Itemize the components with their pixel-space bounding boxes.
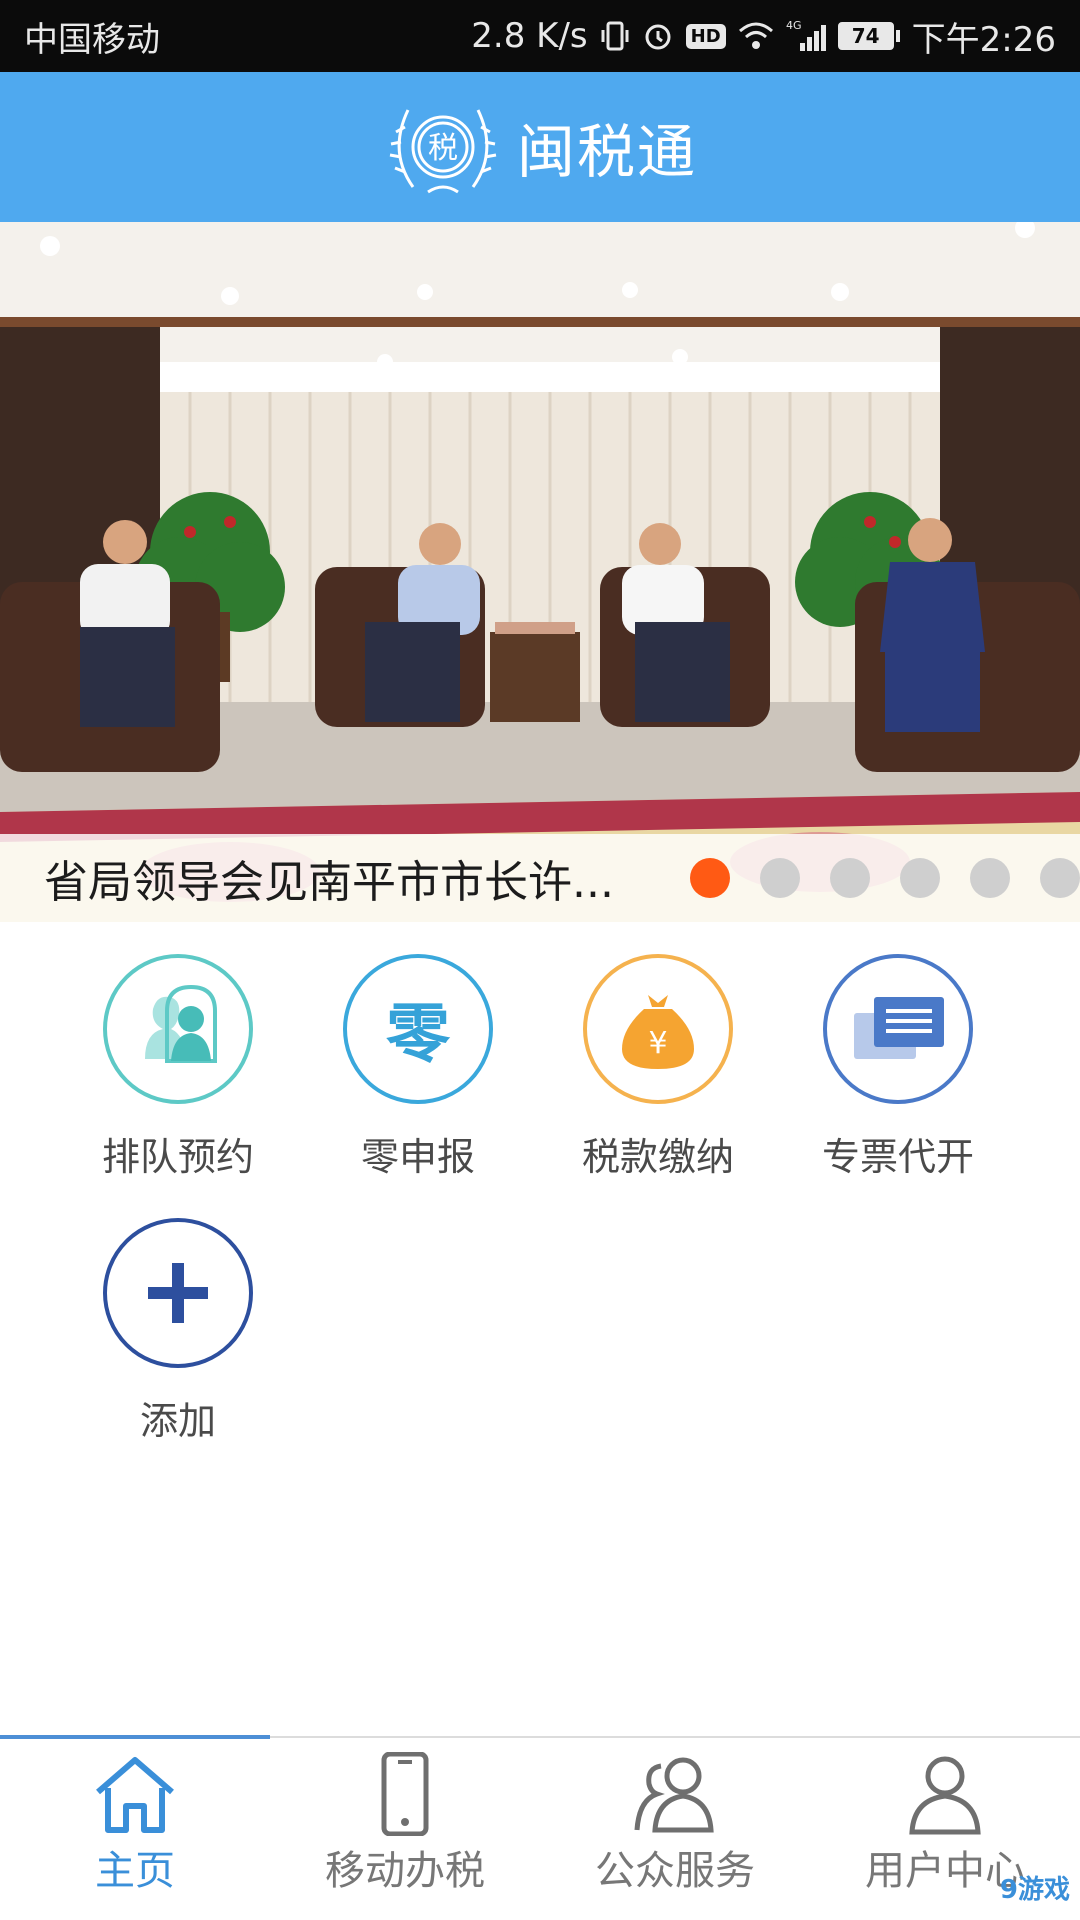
shortcut-label: 税款缴纳 (581, 1135, 734, 1179)
logo-glyph: 税 (428, 131, 458, 166)
zero-declaration-icon: 零 (343, 954, 493, 1104)
clock: 下午2:26 (911, 19, 1056, 60)
invoice-issue-icon (823, 954, 973, 1104)
nav-item-public-service[interactable]: 公众服务 (540, 1738, 810, 1920)
yuan-glyph: ¥ (648, 1026, 667, 1061)
nav-label: 公众服务 (595, 1848, 755, 1894)
shortcut-invoice-issue[interactable]: 专票代开 (778, 954, 1018, 1181)
shortcut-tax-payment[interactable]: ¥ 税款缴纳 (538, 954, 778, 1181)
add-icon (103, 1218, 253, 1368)
banner-photo (0, 222, 1080, 922)
carousel-dot[interactable] (830, 858, 870, 898)
carrier-name: 中国移动 (24, 19, 160, 60)
signal-icon: 4G (786, 19, 826, 53)
network-speed: 2.8 K/s (471, 16, 588, 56)
carousel-dot[interactable] (970, 858, 1010, 898)
network-type: 4G (786, 19, 802, 32)
home-icon (96, 1757, 174, 1833)
vibrate-icon (600, 20, 630, 52)
alarm-icon (642, 20, 674, 52)
shortcut-label: 排队预约 (101, 1135, 254, 1179)
nav-item-mobile-tax[interactable]: 移动办税 (270, 1738, 540, 1920)
news-banner[interactable]: 省局领导会见南平市市长许... (0, 222, 1080, 922)
carousel-dot[interactable] (1040, 858, 1080, 898)
site-watermark: 9游戏 (999, 1875, 1070, 1905)
zero-glyph: 零 (386, 998, 450, 1072)
carousel-dot[interactable] (690, 858, 730, 898)
shortcut-label: 零申报 (360, 1135, 475, 1179)
nav-item-home[interactable]: 主页 (0, 1738, 270, 1920)
shortcut-zero-declaration[interactable]: 零 零申报 (298, 954, 538, 1181)
queue-appointment-icon (103, 954, 253, 1104)
battery-level: 74 (837, 22, 894, 50)
banner-caption[interactable]: 省局领导会见南平市市长许... (44, 846, 658, 910)
app-header: 税 闽税通 (0, 72, 1080, 222)
app-title: 闽税通 (516, 118, 697, 186)
banner-caption-bar: 省局领导会见南平市市长许... (0, 834, 1080, 922)
battery-icon: 74 (837, 22, 900, 50)
shortcut-queue-appointment[interactable]: 排队预约 (58, 954, 298, 1181)
carousel-dot[interactable] (760, 858, 800, 898)
wifi-icon (738, 21, 774, 51)
carousel-dot[interactable] (900, 858, 940, 898)
mobile-phone-icon (381, 1752, 429, 1836)
tax-payment-icon: ¥ (583, 954, 733, 1104)
status-bar: 中国移动 2.8 K/s HD 4G 74 下午2:26 (0, 0, 1080, 72)
shortcut-label: 专票代开 (821, 1135, 974, 1179)
shortcut-add[interactable]: 添加 (58, 1218, 298, 1445)
bottom-nav: 主页 移动办税 公众服务 用户中心 9游戏 (0, 1735, 1080, 1920)
nav-label: 移动办税 (325, 1848, 485, 1894)
user-icon (909, 1756, 981, 1835)
hd-voice-icon: HD (685, 23, 726, 49)
carousel-dots (690, 858, 1080, 898)
people-icon (634, 1757, 714, 1833)
nav-label: 主页 (95, 1848, 175, 1894)
tax-emblem-logo: 税 (389, 109, 497, 194)
shortcut-label: 添加 (139, 1399, 216, 1443)
status-indicators: 2.8 K/s HD 4G 74 下午2:26 (471, 12, 1056, 61)
nav-active-indicator (0, 1735, 270, 1739)
